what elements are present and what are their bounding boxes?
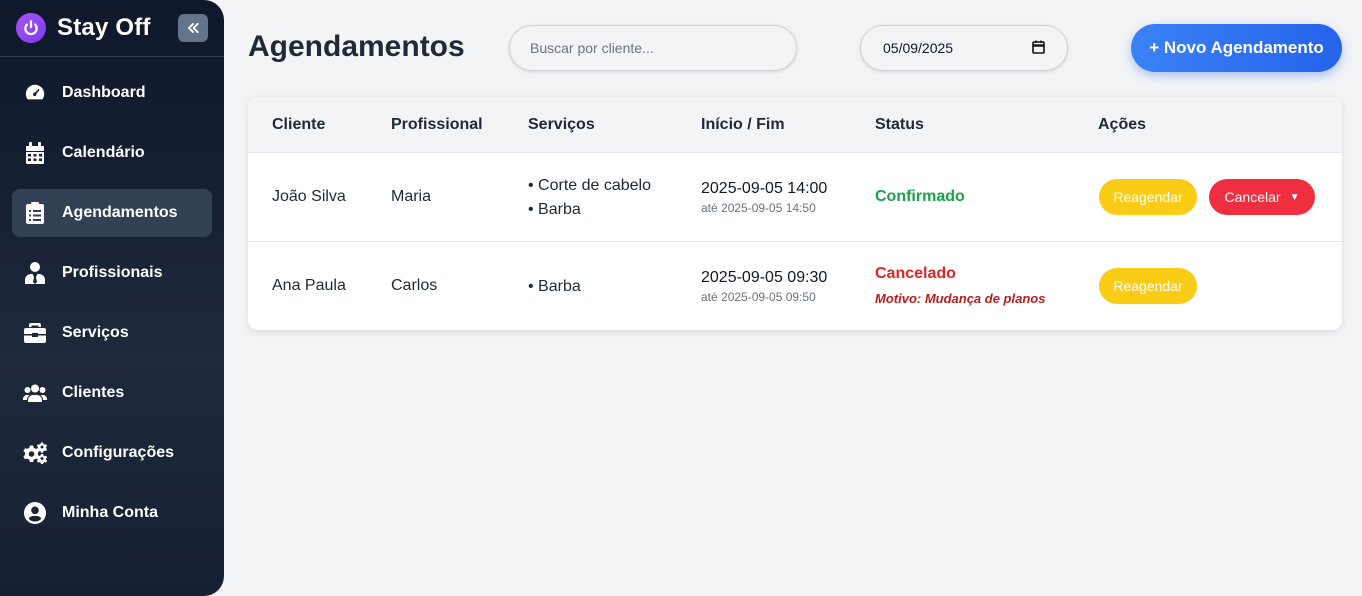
power-icon <box>16 13 46 43</box>
brand-header: Stay Off <box>0 0 224 57</box>
reschedule-button[interactable]: Reagendar <box>1099 179 1197 215</box>
profissional-cell: Maria <box>391 188 432 205</box>
date-value: 05/09/2025 <box>883 40 954 56</box>
status-cell: Cancelado Motivo: Mudança de planos <box>875 265 1045 306</box>
status-badge: Confirmado <box>875 188 965 205</box>
gauge-icon <box>23 81 47 105</box>
column-header-cliente: Cliente <box>272 116 326 133</box>
sidebar-item-clientes[interactable]: Clientes <box>12 369 212 417</box>
calendar-icon <box>23 141 47 165</box>
end-time: até 2025-09-05 09:50 <box>701 290 816 304</box>
service-item: Barba <box>528 275 581 299</box>
sidebar-item-profissionais[interactable]: Profissionais <box>12 249 212 297</box>
time-cell: 2025-09-05 09:30 até 2025-09-05 09:50 <box>701 269 827 304</box>
sidebar-item-label: Clientes <box>62 384 125 401</box>
sidebar: Stay Off Dashboard Calendário Agendament… <box>0 0 224 596</box>
sidebar-item-minha-conta[interactable]: Minha Conta <box>12 489 212 537</box>
column-header-servicos: Serviços <box>528 116 595 133</box>
start-time: 2025-09-05 09:30 <box>701 269 828 286</box>
sidebar-item-label: Serviços <box>62 324 129 341</box>
sidebar-item-calendario[interactable]: Calendário <box>12 129 212 177</box>
service-item: Corte de cabelo <box>528 174 651 198</box>
sidebar-item-label: Minha Conta <box>62 504 158 521</box>
gears-icon <box>23 441 47 465</box>
sidebar-item-label: Agendamentos <box>62 204 178 221</box>
cancel-reason: Motivo: Mudança de planos <box>875 291 1046 306</box>
sidebar-item-servicos[interactable]: Serviços <box>12 309 212 357</box>
cancel-button[interactable]: Cancelar ▼ <box>1209 179 1315 215</box>
sidebar-item-agendamentos[interactable]: Agendamentos <box>12 189 212 237</box>
sidebar-nav: Dashboard Calendário Agendamentos Profis… <box>0 69 224 537</box>
briefcase-icon <box>23 321 47 345</box>
service-item: Barba <box>528 198 651 222</box>
column-header-acoes: Ações <box>1098 116 1147 133</box>
collapse-sidebar-button[interactable] <box>178 14 208 42</box>
user-tie-icon <box>23 261 47 285</box>
date-filter-input[interactable]: 05/09/2025 <box>860 25 1068 71</box>
cancel-button-label: Cancelar <box>1224 189 1281 205</box>
double-chevron-left-icon <box>187 22 199 34</box>
sidebar-item-label: Calendário <box>62 144 145 161</box>
table-row: Ana Paula Carlos Barba 2025-09-05 09:30 … <box>248 242 1342 330</box>
sidebar-item-configuracoes[interactable]: Configurações <box>12 429 212 477</box>
sidebar-item-label: Configurações <box>62 444 175 461</box>
clipboard-icon <box>23 201 47 225</box>
page-title: Agendamentos <box>248 30 465 63</box>
servicos-cell: Barba <box>528 275 581 299</box>
app-name: Stay Off <box>57 14 151 41</box>
time-cell: 2025-09-05 14:00 até 2025-09-05 14:50 <box>701 180 827 215</box>
sidebar-item-dashboard[interactable]: Dashboard <box>12 69 212 117</box>
servicos-cell: Corte de cabelo Barba <box>528 174 651 222</box>
calendar-picker-icon[interactable] <box>1032 40 1045 57</box>
column-header-profissional: Profissional <box>391 116 483 133</box>
users-icon <box>23 381 47 405</box>
sidebar-item-label: Profissionais <box>62 264 163 281</box>
appointments-table: Cliente Profissional Serviços Início / F… <box>248 97 1342 330</box>
reschedule-button[interactable]: Reagendar <box>1099 268 1197 304</box>
status-badge: Cancelado <box>875 265 956 282</box>
column-header-status: Status <box>875 116 924 133</box>
sidebar-item-label: Dashboard <box>62 84 146 101</box>
table-row: João Silva Maria Corte de cabelo Barba 2… <box>248 153 1342 242</box>
end-time: até 2025-09-05 14:50 <box>701 201 816 215</box>
column-header-inicio-fim: Início / Fim <box>701 116 785 133</box>
table-header: Cliente Profissional Serviços Início / F… <box>248 97 1342 153</box>
cliente-cell: João Silva <box>272 188 346 205</box>
new-appointment-button[interactable]: + Novo Agendamento <box>1131 24 1342 72</box>
profissional-cell: Carlos <box>391 277 438 294</box>
start-time: 2025-09-05 14:00 <box>701 180 828 197</box>
search-input[interactable] <box>509 25 797 71</box>
cliente-cell: Ana Paula <box>272 277 346 294</box>
caret-down-icon: ▼ <box>1289 191 1300 203</box>
user-circle-icon <box>23 501 47 525</box>
